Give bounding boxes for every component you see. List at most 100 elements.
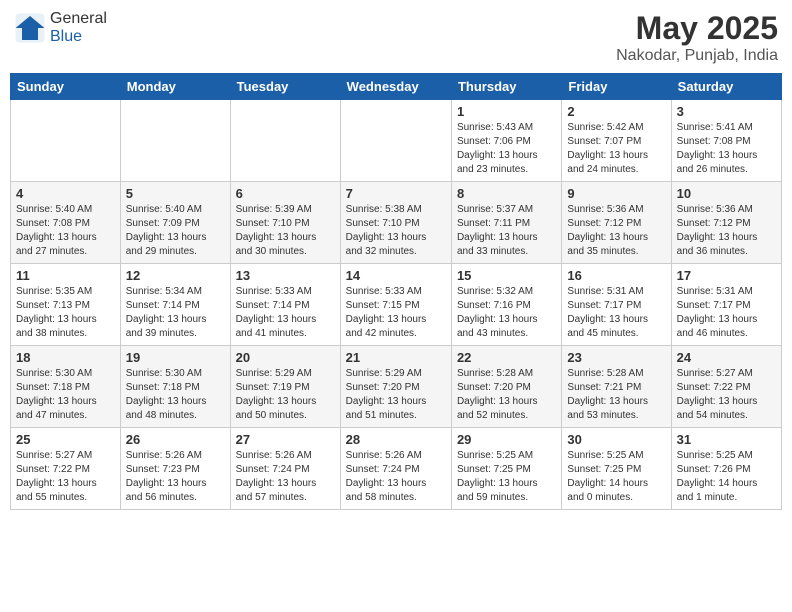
calendar-day-cell: 30 Sunrise: 5:25 AM Sunset: 7:25 PM Dayli… <box>562 428 671 510</box>
day-info: Sunrise: 5:42 AM Sunset: 7:07 PM Dayligh… <box>567 121 665 177</box>
day-number: 17 <box>677 268 776 283</box>
day-number: 9 <box>567 186 665 201</box>
calendar-day-cell <box>11 100 121 182</box>
day-number: 21 <box>346 350 446 365</box>
calendar-week-row: 25 Sunrise: 5:27 AM Sunset: 7:22 PM Dayli… <box>11 428 782 510</box>
calendar-day-header: Thursday <box>451 74 561 100</box>
calendar-day-cell: 21 Sunrise: 5:29 AM Sunset: 7:20 PM Dayli… <box>340 346 451 428</box>
logo-text: General Blue <box>50 10 107 46</box>
calendar-day-header: Monday <box>120 74 230 100</box>
calendar-day-cell: 18Sunrise: 5:30 AM Sunset: 7:18 PM Dayli… <box>11 346 121 428</box>
day-info: Sunrise: 5:25 AM Sunset: 7:26 PM Dayligh… <box>677 449 776 505</box>
calendar-day-cell: 20 Sunrise: 5:29 AM Sunset: 7:19 PM Dayli… <box>230 346 340 428</box>
day-number: 6 <box>236 186 335 201</box>
day-number: 15 <box>457 268 556 283</box>
calendar-header-row: SundayMondayTuesdayWednesdayThursdayFrid… <box>11 74 782 100</box>
calendar-day-cell: 9 Sunrise: 5:36 AM Sunset: 7:12 PM Daylig… <box>562 182 671 264</box>
calendar-day-cell: 27Sunrise: 5:26 AM Sunset: 7:24 PM Dayli… <box>230 428 340 510</box>
day-number: 24 <box>677 350 776 365</box>
calendar-day-cell: 8Sunrise: 5:37 AM Sunset: 7:11 PM Daylig… <box>451 182 561 264</box>
calendar-day-cell: 12 Sunrise: 5:34 AM Sunset: 7:14 PM Dayli… <box>120 264 230 346</box>
calendar-day-cell: 24 Sunrise: 5:27 AM Sunset: 7:22 PM Dayli… <box>671 346 781 428</box>
day-info: Sunrise: 5:27 AM Sunset: 7:22 PM Dayligh… <box>16 449 115 505</box>
calendar-day-cell <box>340 100 451 182</box>
calendar-day-cell: 25 Sunrise: 5:27 AM Sunset: 7:22 PM Dayli… <box>11 428 121 510</box>
calendar-day-cell: 28Sunrise: 5:26 AM Sunset: 7:24 PM Dayli… <box>340 428 451 510</box>
day-number: 30 <box>567 432 665 447</box>
calendar-day-cell: 2 Sunrise: 5:42 AM Sunset: 7:07 PM Daylig… <box>562 100 671 182</box>
calendar-week-row: 1Sunrise: 5:43 AM Sunset: 7:06 PM Daylig… <box>11 100 782 182</box>
day-number: 8 <box>457 186 556 201</box>
calendar-day-header: Saturday <box>671 74 781 100</box>
day-info: Sunrise: 5:40 AM Sunset: 7:08 PM Dayligh… <box>16 203 115 259</box>
calendar-day-cell: 1Sunrise: 5:43 AM Sunset: 7:06 PM Daylig… <box>451 100 561 182</box>
day-number: 25 <box>16 432 115 447</box>
day-number: 14 <box>346 268 446 283</box>
day-info: Sunrise: 5:26 AM Sunset: 7:23 PM Dayligh… <box>126 449 225 505</box>
calendar-day-cell: 16 Sunrise: 5:31 AM Sunset: 7:17 PM Dayli… <box>562 264 671 346</box>
day-info: Sunrise: 5:43 AM Sunset: 7:06 PM Dayligh… <box>457 121 556 177</box>
calendar-day-cell <box>230 100 340 182</box>
calendar-day-cell: 23Sunrise: 5:28 AM Sunset: 7:21 PM Dayli… <box>562 346 671 428</box>
day-info: Sunrise: 5:27 AM Sunset: 7:22 PM Dayligh… <box>677 367 776 423</box>
calendar-day-cell: 17 Sunrise: 5:31 AM Sunset: 7:17 PM Dayli… <box>671 264 781 346</box>
logo: General Blue <box>14 10 107 46</box>
day-number: 16 <box>567 268 665 283</box>
day-number: 27 <box>236 432 335 447</box>
day-info: Sunrise: 5:29 AM Sunset: 7:19 PM Dayligh… <box>236 367 335 423</box>
calendar-day-cell: 6 Sunrise: 5:39 AM Sunset: 7:10 PM Daylig… <box>230 182 340 264</box>
calendar-day-cell: 15 Sunrise: 5:32 AM Sunset: 7:16 PM Dayli… <box>451 264 561 346</box>
day-info: Sunrise: 5:33 AM Sunset: 7:14 PM Dayligh… <box>236 285 335 341</box>
day-number: 10 <box>677 186 776 201</box>
calendar-day-cell: 10 Sunrise: 5:36 AM Sunset: 7:12 PM Dayli… <box>671 182 781 264</box>
day-info: Sunrise: 5:31 AM Sunset: 7:17 PM Dayligh… <box>567 285 665 341</box>
calendar-day-cell: 26 Sunrise: 5:26 AM Sunset: 7:23 PM Dayli… <box>120 428 230 510</box>
day-number: 29 <box>457 432 556 447</box>
day-info: Sunrise: 5:29 AM Sunset: 7:20 PM Dayligh… <box>346 367 446 423</box>
calendar-day-cell: 22Sunrise: 5:28 AM Sunset: 7:20 PM Dayli… <box>451 346 561 428</box>
calendar-day-cell: 7Sunrise: 5:38 AM Sunset: 7:10 PM Daylig… <box>340 182 451 264</box>
page-subtitle: Nakodar, Punjab, India <box>616 47 778 65</box>
day-info: Sunrise: 5:33 AM Sunset: 7:15 PM Dayligh… <box>346 285 446 341</box>
page-title: May 2025 <box>616 10 778 47</box>
calendar-day-header: Friday <box>562 74 671 100</box>
day-number: 18 <box>16 350 115 365</box>
day-info: Sunrise: 5:39 AM Sunset: 7:10 PM Dayligh… <box>236 203 335 259</box>
calendar-day-cell: 3Sunrise: 5:41 AM Sunset: 7:08 PM Daylig… <box>671 100 781 182</box>
calendar-day-cell: 13Sunrise: 5:33 AM Sunset: 7:14 PM Dayli… <box>230 264 340 346</box>
calendar-day-header: Wednesday <box>340 74 451 100</box>
day-info: Sunrise: 5:28 AM Sunset: 7:20 PM Dayligh… <box>457 367 556 423</box>
day-info: Sunrise: 5:28 AM Sunset: 7:21 PM Dayligh… <box>567 367 665 423</box>
day-info: Sunrise: 5:35 AM Sunset: 7:13 PM Dayligh… <box>16 285 115 341</box>
calendar-day-cell: 14 Sunrise: 5:33 AM Sunset: 7:15 PM Dayli… <box>340 264 451 346</box>
calendar-day-cell: 31Sunrise: 5:25 AM Sunset: 7:26 PM Dayli… <box>671 428 781 510</box>
day-number: 11 <box>16 268 115 283</box>
day-number: 12 <box>126 268 225 283</box>
day-number: 19 <box>126 350 225 365</box>
calendar-day-cell: 5Sunrise: 5:40 AM Sunset: 7:09 PM Daylig… <box>120 182 230 264</box>
calendar-day-header: Sunday <box>11 74 121 100</box>
day-number: 20 <box>236 350 335 365</box>
day-info: Sunrise: 5:31 AM Sunset: 7:17 PM Dayligh… <box>677 285 776 341</box>
calendar-day-cell: 19 Sunrise: 5:30 AM Sunset: 7:18 PM Dayli… <box>120 346 230 428</box>
day-info: Sunrise: 5:32 AM Sunset: 7:16 PM Dayligh… <box>457 285 556 341</box>
day-number: 4 <box>16 186 115 201</box>
day-number: 7 <box>346 186 446 201</box>
day-info: Sunrise: 5:25 AM Sunset: 7:25 PM Dayligh… <box>457 449 556 505</box>
day-info: Sunrise: 5:25 AM Sunset: 7:25 PM Dayligh… <box>567 449 665 505</box>
day-number: 2 <box>567 104 665 119</box>
day-number: 26 <box>126 432 225 447</box>
logo-icon <box>14 12 46 44</box>
calendar-week-row: 18 Sunrise: 5:30 AM Sunset: 7:18 PM Dayli… <box>11 346 782 428</box>
calendar-table: SundayMondayTuesdayWednesdayThursdayFrid… <box>10 73 782 510</box>
day-info: Sunrise: 5:36 AM Sunset: 7:12 PM Dayligh… <box>677 203 776 259</box>
calendar-day-cell: 4 Sunrise: 5:40 AM Sunset: 7:08 PM Daylig… <box>11 182 121 264</box>
calendar-day-cell <box>120 100 230 182</box>
day-info: Sunrise: 5:34 AM Sunset: 7:14 PM Dayligh… <box>126 285 225 341</box>
day-info: Sunrise: 5:30 AM Sunset: 7:18 PM Dayligh… <box>126 367 225 423</box>
page-header: General Blue May 2025 Nakodar, Punjab, I… <box>10 10 782 65</box>
calendar-week-row: 4 Sunrise: 5:40 AM Sunset: 7:08 PM Daylig… <box>11 182 782 264</box>
day-info: Sunrise: 5:40 AM Sunset: 7:09 PM Dayligh… <box>126 203 225 259</box>
day-info: Sunrise: 5:36 AM Sunset: 7:12 PM Dayligh… <box>567 203 665 259</box>
calendar-week-row: 11 Sunrise: 5:35 AM Sunset: 7:13 PM Dayli… <box>11 264 782 346</box>
